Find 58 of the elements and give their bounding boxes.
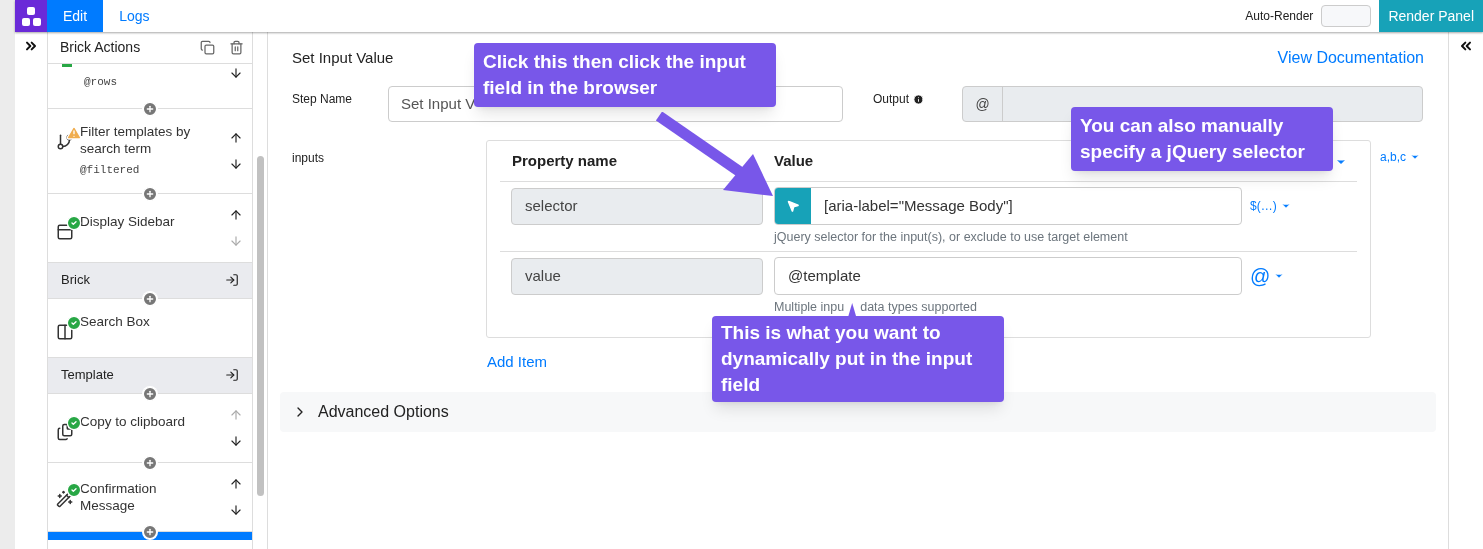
auto-render-switch[interactable] <box>1321 5 1372 27</box>
move-down-icon[interactable] <box>229 66 243 80</box>
help-text: jQuery selector for the input(s), or exclude to use target element <box>774 229 1128 247</box>
add-item-link[interactable]: Add Item <box>486 351 548 374</box>
move-down-icon[interactable] <box>229 433 243 448</box>
annotation-tooltip: You can also manually specify a jQuery selector <box>1071 107 1333 171</box>
advanced-options-toggle[interactable]: Advanced Options <box>280 391 1436 432</box>
move-down-icon[interactable] <box>229 502 243 517</box>
type-toggle[interactable]: @ <box>1250 261 1285 291</box>
column-header: Property name <box>511 151 619 172</box>
trash-icon[interactable] <box>229 40 244 55</box>
value-textarea[interactable]: @template <box>774 257 1242 295</box>
move-up-icon[interactable] <box>229 207 243 222</box>
output-prefix: @ <box>963 87 1003 121</box>
output-variable: @filtered <box>80 163 141 178</box>
group-title: Brick <box>61 271 90 290</box>
tab[interactable]: Edit <box>47 0 104 32</box>
tab[interactable]: Logs <box>103 0 166 32</box>
type-toggle[interactable]: a,b,c <box>1380 148 1420 166</box>
property-name-field[interactable]: value <box>511 258 763 295</box>
annotation-tooltip: This is what you want to dynamically put in the input field <box>712 316 1004 402</box>
add-brick-icon[interactable] <box>142 101 158 117</box>
caret-icon <box>1410 152 1420 162</box>
info-icon <box>913 93 925 105</box>
group-title: Template <box>61 366 114 385</box>
brick-title: Copy to clipboard <box>80 412 187 430</box>
logo-icon[interactable] <box>15 0 47 32</box>
type-toggle[interactable]: $(…) <box>1250 197 1291 215</box>
column-header: Value <box>774 151 814 172</box>
panel-title: Brick Actions <box>60 38 141 57</box>
field-label: Output <box>873 91 910 108</box>
field-label: Step Name <box>292 91 354 108</box>
brick-title: Display Sidebar <box>80 212 176 230</box>
move-up-icon[interactable] <box>229 476 243 491</box>
brick-title: Confirmation Message <box>80 479 158 514</box>
magic-wand-icon <box>56 489 74 508</box>
columns-icon <box>56 322 74 341</box>
documentation-link[interactable]: View Documentation <box>1277 46 1424 70</box>
brick-title: Filter templates by search term <box>80 123 192 157</box>
sign-in-icon <box>225 273 239 287</box>
help-text: data types supported <box>860 299 977 317</box>
auto-render-label: Auto-Render <box>1245 8 1314 25</box>
output-variable: @rows <box>84 75 117 90</box>
caret-icon <box>1280 201 1291 211</box>
selected-brick[interactable] <box>48 531 252 540</box>
help-text: Multiple inpu <box>774 299 845 317</box>
brick-title: Search Box <box>80 312 151 330</box>
annotation-tooltip: Click this then click the input field in the browser <box>474 43 776 107</box>
property-name-field[interactable]: selector <box>511 188 763 225</box>
copy-icon[interactable] <box>200 40 215 55</box>
move-up-icon[interactable] <box>229 130 243 145</box>
caret-icon <box>1274 271 1285 281</box>
field-label: inputs <box>292 150 326 167</box>
move-down-icon[interactable] <box>229 156 243 171</box>
window-icon <box>56 222 74 241</box>
scrollbar-thumb[interactable] <box>256 156 264 496</box>
sign-in-icon <box>225 368 239 382</box>
page-title: Set Input Value <box>292 47 394 68</box>
